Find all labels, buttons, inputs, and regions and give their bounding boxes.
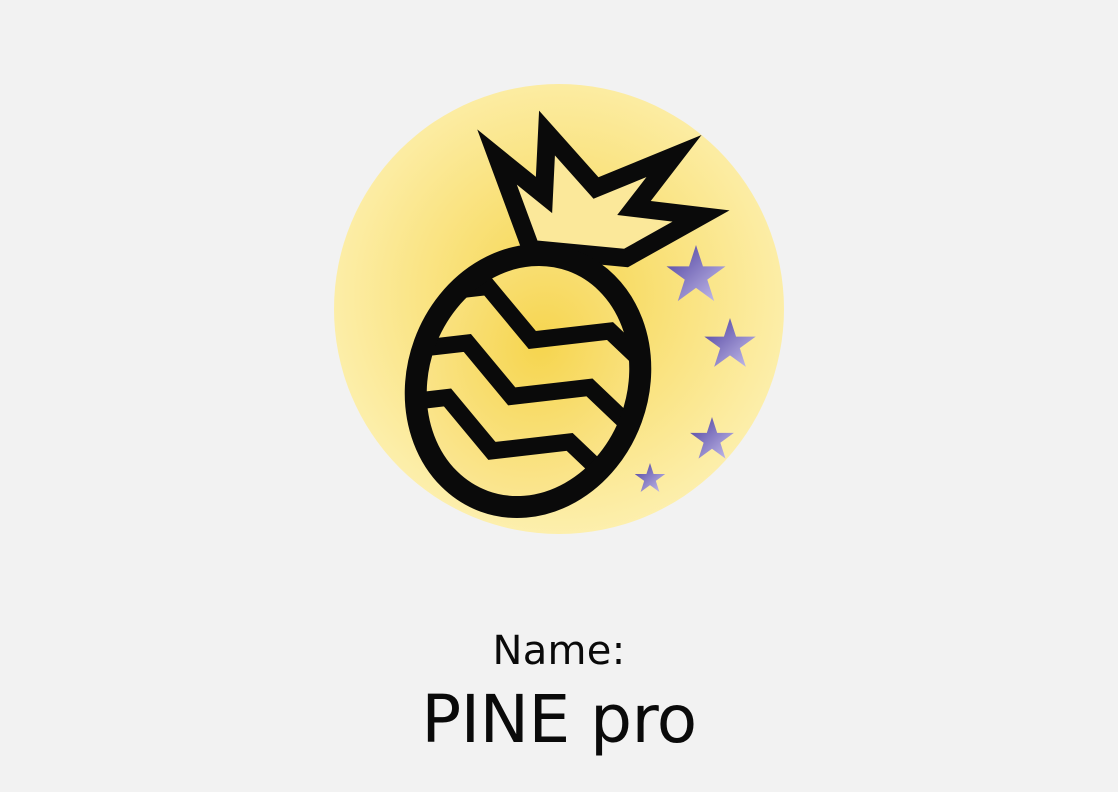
pineapple-logo-graphic bbox=[334, 84, 784, 534]
name-block: Name: PINE pro bbox=[0, 623, 1118, 759]
pineapple-logo bbox=[334, 84, 784, 534]
name-label: Name: bbox=[492, 628, 626, 674]
name-value: PINE pro bbox=[421, 681, 697, 758]
